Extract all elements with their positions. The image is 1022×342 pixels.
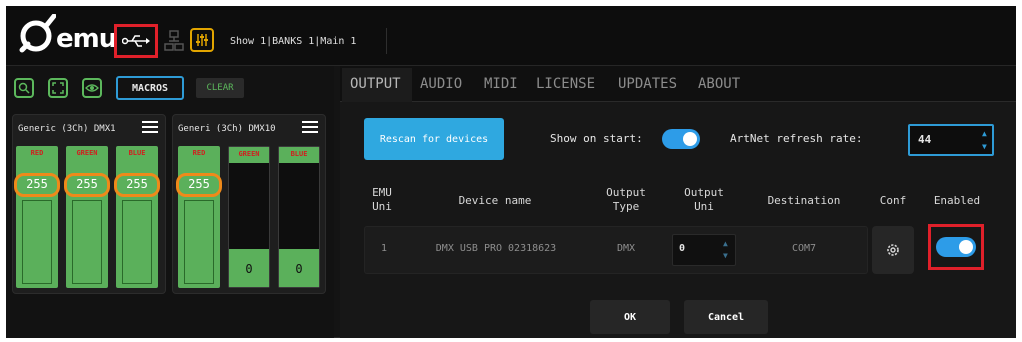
divider [386,28,387,54]
rescan-button[interactable]: Rescan for devices [364,118,504,160]
tab-license[interactable]: LICENSE [536,76,595,92]
sliders-icon [196,34,208,46]
enabled-toggle[interactable] [936,237,976,257]
cell-destination: COM7 [791,243,817,254]
search-button[interactable] [14,78,34,98]
channel-label: GREEN [238,150,260,158]
channel-label: RED [30,149,44,157]
col-conf: Conf [879,194,907,207]
spin-up-icon[interactable]: ▲ [723,240,728,248]
search-icon [18,82,30,94]
gear-icon [887,244,899,256]
col-enabled: Enabled [933,194,981,207]
channel-label: GREEN [76,149,98,157]
artnet-refresh-input[interactable]: 44 ▲ ▼ [908,124,994,156]
show-on-start-label: Show on start: [550,132,643,145]
conf-button[interactable] [872,226,914,274]
expand-button[interactable] [48,78,68,98]
device-title: Generi (3Ch) DMX10 [178,124,276,134]
channel-value: 255 [188,177,210,191]
device-title: Generic (3Ch) DMX1 [18,124,116,134]
fader-track [184,200,214,284]
visibility-button[interactable] [82,78,102,98]
show-on-start-toggle[interactable] [662,129,700,149]
channel-value: 0 [295,262,303,276]
clear-button[interactable]: CLEAR [196,78,244,98]
channel-label: BLUE [290,150,308,158]
col-output-type: Output Type [606,186,646,213]
eye-icon [85,84,99,92]
channel-value: 255 [26,177,48,191]
channel-value: 255 [126,177,148,191]
artnet-refresh-value: 44 [918,133,932,146]
tab-updates[interactable]: UPDATES [618,76,677,92]
fader-track [22,200,52,284]
fader-track [72,200,102,284]
cell-output-type: DMX [616,243,636,254]
emu-logo-icon [19,14,56,53]
output-uni-input[interactable]: 0 ▲ ▼ [672,234,736,266]
toggle-knob [683,132,697,146]
col-emu-uni: EMU Uni [372,186,392,213]
spin-down-icon[interactable]: ▼ [982,143,987,151]
spin-up-icon[interactable]: ▲ [982,130,987,138]
channel-label: RED [192,149,206,157]
cell-device-name: DMX USB PRO 02318623 [435,243,557,254]
col-device-name: Device name [458,194,532,207]
usb-icon [122,35,150,47]
cell-emu-uni: 1 [380,243,388,254]
menu-icon[interactable] [302,121,318,133]
menu-icon[interactable] [142,121,158,133]
output-uni-value: 0 [679,243,686,254]
toggle-knob [959,240,973,254]
tab-about[interactable]: ABOUT [698,76,740,92]
macros-button[interactable]: MACROS [116,76,184,100]
spin-down-icon[interactable]: ▼ [723,252,728,260]
channel-label: BLUE [128,149,146,157]
usb-button[interactable] [114,24,158,58]
show-bank-info: Show 1|BANKS 1|Main 1 [230,36,357,47]
col-destination: Destination [767,194,841,207]
col-output-uni: Output Uni [684,186,724,213]
ok-button[interactable]: OK [590,300,670,334]
cancel-button[interactable]: Cancel [684,300,768,334]
tab-output[interactable]: OUTPUT [350,76,401,92]
network-icon[interactable] [164,30,184,52]
tab-midi[interactable]: MIDI [484,76,518,92]
channel-value: 0 [245,262,253,276]
logo-text: emu [56,24,117,54]
artnet-refresh-label: ArtNet refresh rate: [730,132,863,145]
mixer-button[interactable] [190,28,214,52]
fader-track [122,200,152,284]
expand-icon [52,82,64,94]
tab-audio[interactable]: AUDIO [420,76,462,92]
channel-value: 255 [76,177,98,191]
